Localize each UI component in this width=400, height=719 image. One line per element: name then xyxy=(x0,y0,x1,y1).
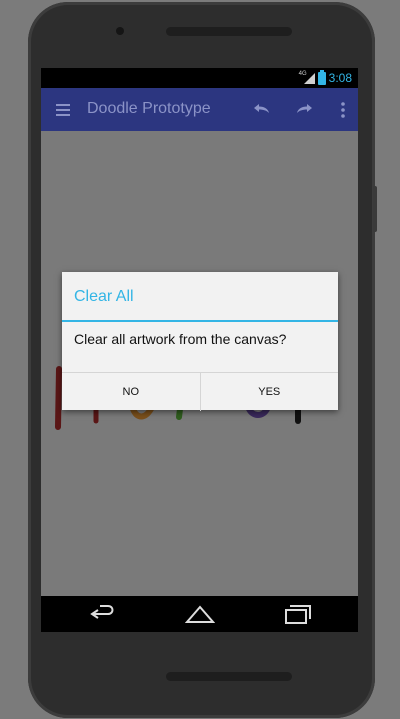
dialog-title: Clear All xyxy=(74,288,134,305)
undo-icon[interactable] xyxy=(249,98,273,122)
recent-apps-icon[interactable] xyxy=(282,602,312,626)
status-time: 3:08 xyxy=(328,71,352,85)
front-camera xyxy=(116,27,124,35)
network-type: 4G xyxy=(298,71,307,77)
power-button xyxy=(373,186,377,232)
battery-icon xyxy=(317,69,326,85)
red-stroke xyxy=(55,366,62,430)
navigation-bar xyxy=(41,596,358,632)
no-button[interactable]: NO xyxy=(62,373,200,411)
back-icon[interactable] xyxy=(88,602,118,626)
status-indicators: 4G 3:08 xyxy=(298,69,352,85)
yes-button[interactable]: YES xyxy=(199,373,339,411)
clear-all-dialog: Clear All Clear all artwork from the can… xyxy=(62,272,338,411)
redo-icon[interactable] xyxy=(293,98,317,122)
dialog-divider xyxy=(62,320,338,322)
home-icon[interactable] xyxy=(185,602,215,626)
status-bar: 4G 3:08 xyxy=(41,68,358,88)
menu-icon[interactable] xyxy=(56,104,70,116)
app-bar: Doodle Prototype xyxy=(41,88,358,131)
overflow-menu-icon[interactable] xyxy=(331,98,355,122)
app-title: Doodle Prototype xyxy=(87,100,211,117)
earpiece-speaker xyxy=(166,27,292,36)
dialog-actions: NO YES xyxy=(62,372,338,411)
bottom-speaker xyxy=(166,672,292,681)
dialog-message: Clear all artwork from the canvas? xyxy=(74,331,287,347)
